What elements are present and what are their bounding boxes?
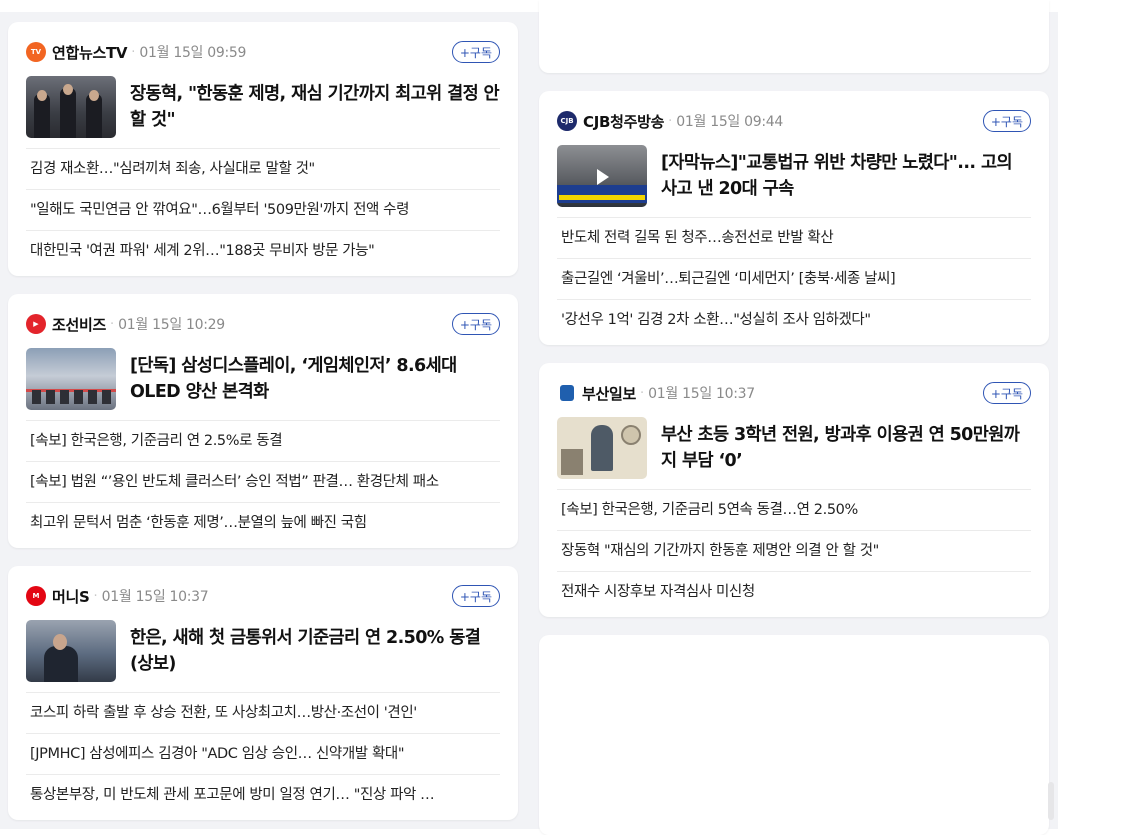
news-list-item[interactable]: 코스피 하락 출발 후 상승 전환, 또 사상최고치…방산·조선이 '견인'	[26, 692, 500, 733]
press-logo-icon: ▶	[26, 314, 46, 334]
press-header: 부산일보 · 01월 15일 10:37 +구독	[557, 381, 1031, 405]
news-list-item[interactable]: 전재수 시장후보 자격심사 미신청	[557, 571, 1031, 612]
news-list-item[interactable]: 장동혁 "재심의 기간까지 한동훈 제명안 의결 안 할 것"	[557, 530, 1031, 571]
subscribe-button[interactable]: +구독	[982, 382, 1031, 404]
press-header: CJB CJB청주방송 · 01월 15일 09:44 +구독	[557, 109, 1031, 133]
news-thumbnail[interactable]	[26, 348, 116, 410]
news-list-item[interactable]: "일해도 국민연금 안 깎여요"…6월부터 '509만원'까지 전액 수령	[26, 189, 500, 230]
news-list-item[interactable]: 최고위 문턱서 멈춘 ‘한동훈 제명’…분열의 늪에 빠진 국힘	[26, 502, 500, 543]
headline-title[interactable]: 한은, 새해 첫 금통위서 기준금리 연 2.50% 동결 (상보)	[130, 625, 500, 677]
headline-title[interactable]: [자막뉴스]"교통법규 위반 차량만 노렸다"... 고의 사고 낸 20대 구…	[661, 150, 1031, 202]
news-list-item[interactable]: 통상본부장, 미 반도체 관세 포고문에 방미 일정 연기… "진상 파악 …	[26, 774, 500, 815]
play-icon	[597, 169, 609, 185]
headline-news[interactable]: [단독] 삼성디스플레이, ‘게임체인저’ 8.6세대 OLED 양산 본격화	[26, 348, 500, 410]
press-logo-icon	[560, 385, 574, 401]
press-logo-icon: TV	[26, 42, 46, 62]
news-list-item[interactable]: 출근길엔 ‘겨울비’…퇴근길엔 ‘미세먼지’ [충북·세종 날씨]	[557, 258, 1031, 299]
news-list-item[interactable]: 대한민국 '여권 파워' 세계 2위…"188곳 무비자 방문 가능"	[26, 230, 500, 271]
news-list-item[interactable]: [속보] 한국은행, 기준금리 5연속 동결…연 2.50%	[557, 489, 1031, 530]
news-thumbnail[interactable]	[557, 417, 647, 479]
press-name[interactable]: CJB청주방송	[583, 111, 664, 132]
separator-dot: ·	[110, 316, 115, 332]
subscribe-button[interactable]: +구독	[982, 110, 1031, 132]
news-list-item[interactable]: [속보] 한국은행, 기준금리 연 2.5%로 동결	[26, 420, 500, 461]
headline-news[interactable]: 한은, 새해 첫 금통위서 기준금리 연 2.50% 동결 (상보)	[26, 620, 500, 682]
subscribe-button[interactable]: +구독	[451, 585, 500, 607]
news-list-item[interactable]: 반도체 전력 길목 된 청주…송전선로 반발 확산	[557, 217, 1031, 258]
press-name[interactable]: 부산일보	[582, 383, 636, 404]
headline-title[interactable]: [단독] 삼성디스플레이, ‘게임체인저’ 8.6세대 OLED 양산 본격화	[130, 353, 500, 405]
press-name[interactable]: 연합뉴스TV	[52, 42, 128, 63]
news-list-item[interactable]: '강선우 1억' 김경 2차 소환…"성실히 조사 임하겠다"	[557, 299, 1031, 340]
press-header: ▶ 조선비즈 · 01월 15일 10:29 +구독	[26, 312, 500, 336]
press-card: 부산일보 · 01월 15일 10:37 +구독 부산 초등 3학년 전원, 방…	[539, 363, 1049, 617]
news-thumbnail[interactable]	[26, 620, 116, 682]
headline-news[interactable]: [자막뉴스]"교통법규 위반 차량만 노렸다"... 고의 사고 낸 20대 구…	[557, 145, 1031, 207]
press-name[interactable]: 조선비즈	[52, 314, 106, 335]
press-card: M 머니S · 01월 15일 10:37 +구독 한은, 새해 첫 금통위서 …	[8, 566, 518, 820]
scrollbar-thumb[interactable]	[1048, 782, 1054, 820]
press-card-loading	[539, 635, 1049, 835]
separator-dot: ·	[131, 44, 136, 60]
press-card: ▶ 조선비즈 · 01월 15일 10:29 +구독 [단독] 삼성디스플레이,…	[8, 294, 518, 548]
timestamp: 01월 15일 10:37	[101, 589, 209, 605]
news-list-item[interactable]: [속보] 법원 “’용인 반도체 클러스터’ 승인 적법” 판결… 환경단체 패…	[26, 461, 500, 502]
subscribe-button[interactable]: +구독	[451, 313, 500, 335]
press-header: TV 연합뉴스TV · 01월 15일 09:59 +구독	[26, 40, 500, 64]
press-header: M 머니S · 01월 15일 10:37 +구독	[26, 584, 500, 608]
headline-title[interactable]: 장동혁, "한동훈 제명, 재심 기간까지 최고위 결정 안 할 것"	[130, 81, 500, 133]
news-thumbnail[interactable]	[557, 145, 647, 207]
timestamp: 01월 15일 10:29	[118, 317, 225, 333]
timestamp: 01월 15일 10:37	[648, 386, 755, 402]
timestamp: 01월 15일 09:59	[139, 45, 247, 61]
news-list-item[interactable]: [JPMHC] 삼성에피스 김경아 "ADC 임상 승인… 신약개발 확대"	[26, 733, 500, 774]
separator-dot: ·	[93, 588, 98, 604]
separator-dot: ·	[640, 385, 645, 401]
subscribe-button[interactable]: +구독	[451, 41, 500, 63]
news-list: [속보] 한국은행, 기준금리 연 2.5%로 동결 [속보] 법원 “’용인 …	[26, 420, 500, 543]
timestamp: 01월 15일 09:44	[676, 114, 784, 130]
news-list: 반도체 전력 길목 된 청주…송전선로 반발 확산 출근길엔 ‘겨울비’…퇴근길…	[557, 217, 1031, 340]
press-card: TV 연합뉴스TV · 01월 15일 09:59 +구독 장동혁, "한동훈 …	[8, 22, 518, 276]
press-card-partial-top	[539, 0, 1049, 73]
news-list: 코스피 하락 출발 후 상승 전환, 또 사상최고치…방산·조선이 '견인' […	[26, 692, 500, 815]
press-card: CJB CJB청주방송 · 01월 15일 09:44 +구독 [자막뉴스]"교…	[539, 91, 1049, 345]
news-list: 김경 재소환…"심려끼쳐 죄송, 사실대로 말할 것" "일해도 국민연금 안 …	[26, 148, 500, 271]
news-list-item[interactable]: 김경 재소환…"심려끼쳐 죄송, 사실대로 말할 것"	[26, 148, 500, 189]
headline-title[interactable]: 부산 초등 3학년 전원, 방과후 이용권 연 50만원까지 부담 ‘0’	[661, 422, 1031, 474]
press-logo-icon: CJB	[557, 111, 577, 131]
headline-news[interactable]: 장동혁, "한동훈 제명, 재심 기간까지 최고위 결정 안 할 것"	[26, 76, 500, 138]
press-name[interactable]: 머니S	[52, 586, 90, 607]
news-thumbnail[interactable]	[26, 76, 116, 138]
news-list: [속보] 한국은행, 기준금리 5연속 동결…연 2.50% 장동혁 "재심의 …	[557, 489, 1031, 612]
press-logo-icon: M	[26, 586, 46, 606]
separator-dot: ·	[668, 113, 673, 129]
headline-news[interactable]: 부산 초등 3학년 전원, 방과후 이용권 연 50만원까지 부담 ‘0’	[557, 417, 1031, 479]
